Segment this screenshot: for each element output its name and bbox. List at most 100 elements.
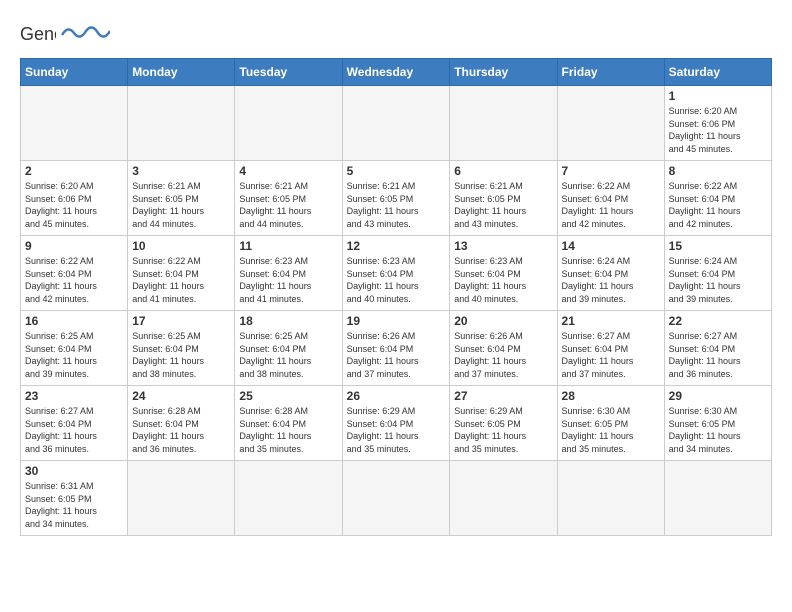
- day-info: Sunrise: 6:22 AM Sunset: 6:04 PM Dayligh…: [132, 255, 230, 305]
- day-info: Sunrise: 6:21 AM Sunset: 6:05 PM Dayligh…: [239, 180, 337, 230]
- day-header-saturday: Saturday: [664, 59, 771, 86]
- day-info: Sunrise: 6:25 AM Sunset: 6:04 PM Dayligh…: [25, 330, 123, 380]
- day-number: 14: [562, 239, 660, 253]
- day-info: Sunrise: 6:30 AM Sunset: 6:05 PM Dayligh…: [669, 405, 767, 455]
- calendar-cell: 21Sunrise: 6:27 AM Sunset: 6:04 PM Dayli…: [557, 311, 664, 386]
- day-info: Sunrise: 6:23 AM Sunset: 6:04 PM Dayligh…: [347, 255, 446, 305]
- calendar-cell: 19Sunrise: 6:26 AM Sunset: 6:04 PM Dayli…: [342, 311, 450, 386]
- calendar-cell: [235, 461, 342, 536]
- calendar-cell: 30 Sunrise: 6:31 AM Sunset: 6:05 PM Dayli…: [21, 461, 128, 536]
- calendar-cell: 9 Sunrise: 6:22 AM Sunset: 6:04 PM Daylig…: [21, 236, 128, 311]
- day-number: 8: [669, 164, 767, 178]
- calendar-cell: 10 Sunrise: 6:22 AM Sunset: 6:04 PM Dayli…: [128, 236, 235, 311]
- calendar-cell: 29 Sunrise: 6:30 AM Sunset: 6:05 PM Dayli…: [664, 386, 771, 461]
- day-info: Sunrise: 6:28 AM Sunset: 6:04 PM Dayligh…: [132, 405, 230, 455]
- day-number: 28: [562, 389, 660, 403]
- day-number: 2: [25, 164, 123, 178]
- calendar-cell: [342, 86, 450, 161]
- calendar-cell: [557, 86, 664, 161]
- day-number: 18: [239, 314, 337, 328]
- calendar-cell: [21, 86, 128, 161]
- day-header-tuesday: Tuesday: [235, 59, 342, 86]
- day-number: 3: [132, 164, 230, 178]
- calendar-cell: 11Sunrise: 6:23 AM Sunset: 6:04 PM Dayli…: [235, 236, 342, 311]
- day-info: Sunrise: 6:20 AM Sunset: 6:06 PM Dayligh…: [25, 180, 123, 230]
- calendar-cell: 8 Sunrise: 6:22 AM Sunset: 6:04 PM Daylig…: [664, 161, 771, 236]
- day-number: 4: [239, 164, 337, 178]
- day-info: Sunrise: 6:30 AM Sunset: 6:05 PM Dayligh…: [562, 405, 660, 455]
- week-row-2: 2 Sunrise: 6:20 AM Sunset: 6:06 PM Daylig…: [21, 161, 772, 236]
- day-header-sunday: Sunday: [21, 59, 128, 86]
- calendar-cell: 27 Sunrise: 6:29 AM Sunset: 6:05 PM Dayli…: [450, 386, 557, 461]
- day-number: 9: [25, 239, 123, 253]
- day-info: Sunrise: 6:24 AM Sunset: 6:04 PM Dayligh…: [562, 255, 660, 305]
- day-header-friday: Friday: [557, 59, 664, 86]
- logo-container: [60, 23, 110, 46]
- day-number: 1: [669, 89, 767, 103]
- day-info: Sunrise: 6:22 AM Sunset: 6:04 PM Dayligh…: [562, 180, 660, 230]
- day-number: 26: [347, 389, 446, 403]
- day-info: Sunrise: 6:20 AM Sunset: 6:06 PM Dayligh…: [669, 105, 767, 155]
- day-info: Sunrise: 6:23 AM Sunset: 6:04 PM Dayligh…: [454, 255, 552, 305]
- calendar-cell: 17 Sunrise: 6:25 AM Sunset: 6:04 PM Dayli…: [128, 311, 235, 386]
- calendar-cell: [235, 86, 342, 161]
- day-info: Sunrise: 6:29 AM Sunset: 6:04 PM Dayligh…: [347, 405, 446, 455]
- calendar-cell: [450, 86, 557, 161]
- calendar-cell: 26 Sunrise: 6:29 AM Sunset: 6:04 PM Dayli…: [342, 386, 450, 461]
- calendar-cell: 1 Sunrise: 6:20 AM Sunset: 6:06 PM Daylig…: [664, 86, 771, 161]
- calendar-cell: 25Sunrise: 6:28 AM Sunset: 6:04 PM Dayli…: [235, 386, 342, 461]
- calendar-cell: 4 Sunrise: 6:21 AM Sunset: 6:05 PM Daylig…: [235, 161, 342, 236]
- day-info: Sunrise: 6:25 AM Sunset: 6:04 PM Dayligh…: [132, 330, 230, 380]
- day-number: 30: [25, 464, 123, 478]
- calendar-cell: [450, 461, 557, 536]
- day-number: 7: [562, 164, 660, 178]
- day-number: 17: [132, 314, 230, 328]
- day-info: Sunrise: 6:26 AM Sunset: 6:04 PM Dayligh…: [454, 330, 552, 380]
- day-number: 27: [454, 389, 552, 403]
- day-info: Sunrise: 6:27 AM Sunset: 6:04 PM Dayligh…: [25, 405, 123, 455]
- day-number: 24: [132, 389, 230, 403]
- calendar-cell: 7 Sunrise: 6:22 AM Sunset: 6:04 PM Daylig…: [557, 161, 664, 236]
- week-row-4: 16 Sunrise: 6:25 AM Sunset: 6:04 PM Dayli…: [21, 311, 772, 386]
- calendar-cell: 28 Sunrise: 6:30 AM Sunset: 6:05 PM Dayli…: [557, 386, 664, 461]
- day-info: Sunrise: 6:29 AM Sunset: 6:05 PM Dayligh…: [454, 405, 552, 455]
- calendar-cell: [342, 461, 450, 536]
- calendar-cell: 2 Sunrise: 6:20 AM Sunset: 6:06 PM Daylig…: [21, 161, 128, 236]
- day-number: 16: [25, 314, 123, 328]
- day-info: Sunrise: 6:27 AM Sunset: 6:04 PM Dayligh…: [562, 330, 660, 380]
- day-number: 23: [25, 389, 123, 403]
- week-row-3: 9 Sunrise: 6:22 AM Sunset: 6:04 PM Daylig…: [21, 236, 772, 311]
- calendar-cell: 5 Sunrise: 6:21 AM Sunset: 6:05 PM Daylig…: [342, 161, 450, 236]
- calendar-cell: 24 Sunrise: 6:28 AM Sunset: 6:04 PM Dayli…: [128, 386, 235, 461]
- day-info: Sunrise: 6:22 AM Sunset: 6:04 PM Dayligh…: [25, 255, 123, 305]
- logo-wave-icon: [60, 23, 110, 41]
- calendar-cell: 14 Sunrise: 6:24 AM Sunset: 6:04 PM Dayli…: [557, 236, 664, 311]
- calendar-cell: [128, 86, 235, 161]
- day-number: 6: [454, 164, 552, 178]
- day-header-monday: Monday: [128, 59, 235, 86]
- week-row-1: 1 Sunrise: 6:20 AM Sunset: 6:06 PM Daylig…: [21, 86, 772, 161]
- day-number: 5: [347, 164, 446, 178]
- day-info: Sunrise: 6:25 AM Sunset: 6:04 PM Dayligh…: [239, 330, 337, 380]
- day-number: 12: [347, 239, 446, 253]
- day-info: Sunrise: 6:22 AM Sunset: 6:04 PM Dayligh…: [669, 180, 767, 230]
- day-info: Sunrise: 6:31 AM Sunset: 6:05 PM Dayligh…: [25, 480, 123, 530]
- day-info: Sunrise: 6:21 AM Sunset: 6:05 PM Dayligh…: [347, 180, 446, 230]
- day-number: 22: [669, 314, 767, 328]
- day-number: 15: [669, 239, 767, 253]
- day-number: 25: [239, 389, 337, 403]
- calendar-cell: 13Sunrise: 6:23 AM Sunset: 6:04 PM Dayli…: [450, 236, 557, 311]
- calendar-header-row: SundayMondayTuesdayWednesdayThursdayFrid…: [21, 59, 772, 86]
- day-info: Sunrise: 6:24 AM Sunset: 6:04 PM Dayligh…: [669, 255, 767, 305]
- day-info: Sunrise: 6:21 AM Sunset: 6:05 PM Dayligh…: [132, 180, 230, 230]
- day-number: 29: [669, 389, 767, 403]
- week-row-6: 30 Sunrise: 6:31 AM Sunset: 6:05 PM Dayli…: [21, 461, 772, 536]
- day-number: 10: [132, 239, 230, 253]
- calendar-cell: 12 Sunrise: 6:23 AM Sunset: 6:04 PM Dayli…: [342, 236, 450, 311]
- calendar-cell: 3 Sunrise: 6:21 AM Sunset: 6:05 PM Daylig…: [128, 161, 235, 236]
- page-header: General: [20, 20, 772, 48]
- logo-icon: General: [20, 20, 56, 48]
- day-info: Sunrise: 6:21 AM Sunset: 6:05 PM Dayligh…: [454, 180, 552, 230]
- calendar-cell: [664, 461, 771, 536]
- svg-text:General: General: [20, 24, 56, 44]
